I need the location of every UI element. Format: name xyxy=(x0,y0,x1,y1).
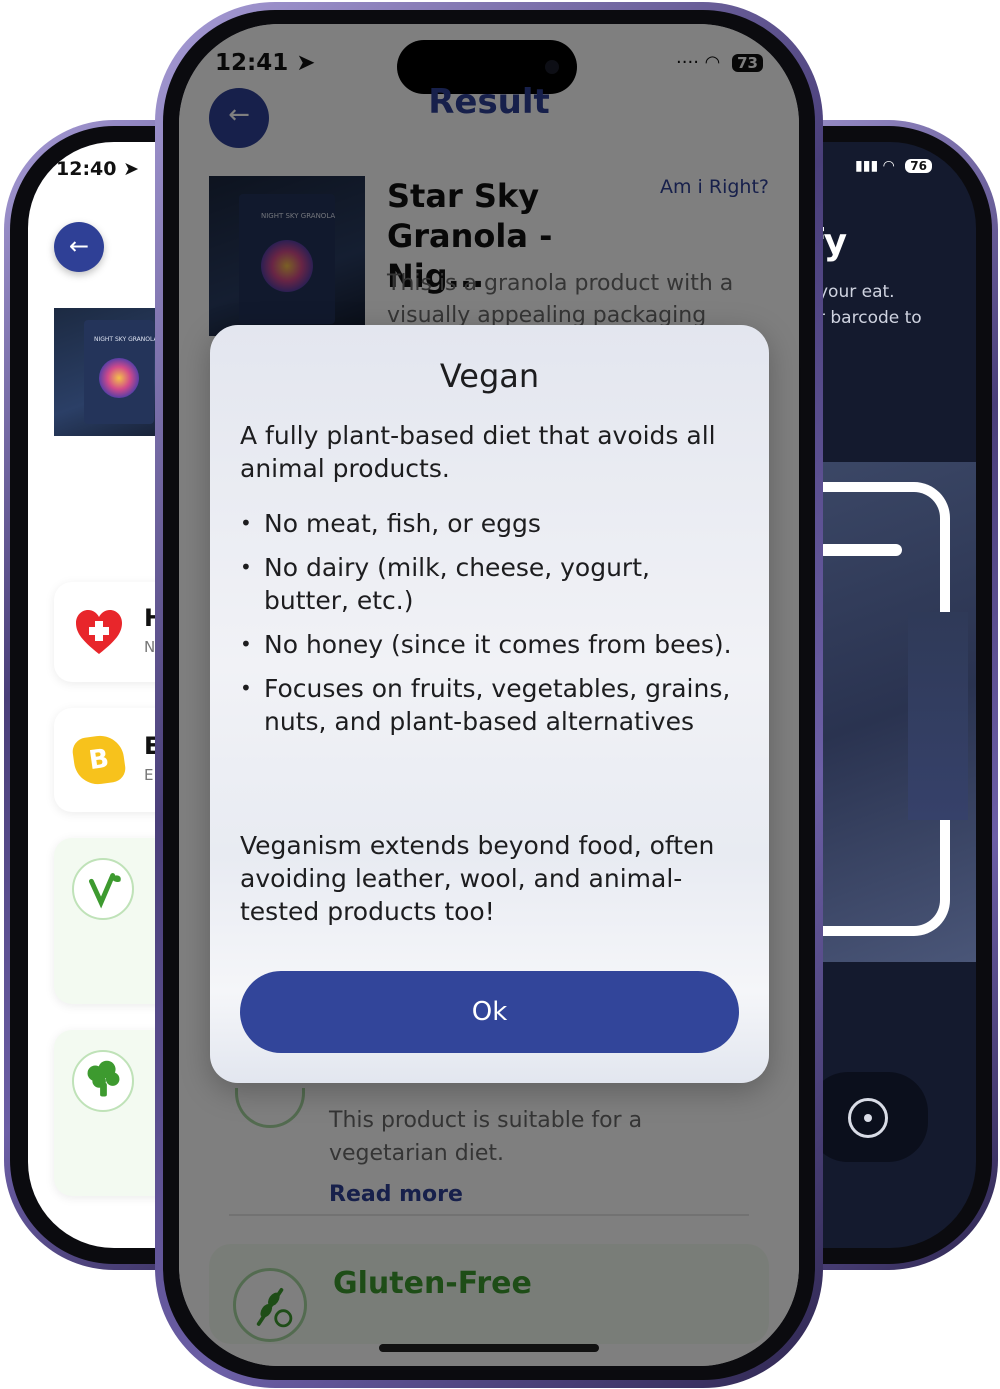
list-item: • No dairy (milk, cheese, yogurt, butter,… xyxy=(240,553,650,615)
right-text-line-2: r barcode to xyxy=(818,308,922,328)
dialog-intro: A fully plant-based diet that avoids all… xyxy=(240,421,716,483)
home-indicator xyxy=(379,1344,599,1352)
left-card-sub: N xyxy=(144,638,156,656)
dialog-bullet-list: • No meat, fish, or eggs • No dairy (milk,… xyxy=(240,507,740,749)
signal-icon: ▮▮▮ xyxy=(855,158,879,174)
camera-flip-icon xyxy=(848,1098,888,1138)
left-back-button[interactable]: ← xyxy=(54,222,104,272)
scan-frame-gap xyxy=(908,612,968,820)
vegan-info-dialog: Vegan A fully plant-based diet that avoi… xyxy=(210,325,769,1083)
list-item: • No honey (since it comes from bees). xyxy=(240,630,732,659)
left-status-time: 12:40 ➤ xyxy=(56,158,140,180)
heart-plus-icon xyxy=(76,610,122,654)
list-item: • Focuses on fruits, vegetables, grains, … xyxy=(240,674,731,736)
right-status-bar: ▮▮▮ ◠ 76 xyxy=(855,158,932,174)
list-item: • No meat, fish, or eggs xyxy=(240,509,541,538)
wifi-icon: ◠ xyxy=(882,158,895,174)
ok-button[interactable]: Ok xyxy=(240,971,739,1053)
dialog-outro: Veganism extends beyond food, often avoi… xyxy=(240,831,715,926)
nutri-b-icon: B xyxy=(70,732,128,788)
bag-label: NIGHT SKY GRANOLA xyxy=(94,336,158,343)
battery-indicator: 76 xyxy=(905,159,932,173)
left-card-sub: E xyxy=(144,766,154,784)
scan-frame-bar xyxy=(818,544,902,556)
right-text-line-1: your eat. xyxy=(818,282,895,302)
arrow-left-icon: ← xyxy=(68,232,90,260)
dialog-title: Vegan xyxy=(439,357,540,395)
flip-camera-button[interactable] xyxy=(808,1072,928,1162)
vegan-leaf-icon xyxy=(72,858,134,920)
broccoli-icon xyxy=(72,1050,134,1112)
